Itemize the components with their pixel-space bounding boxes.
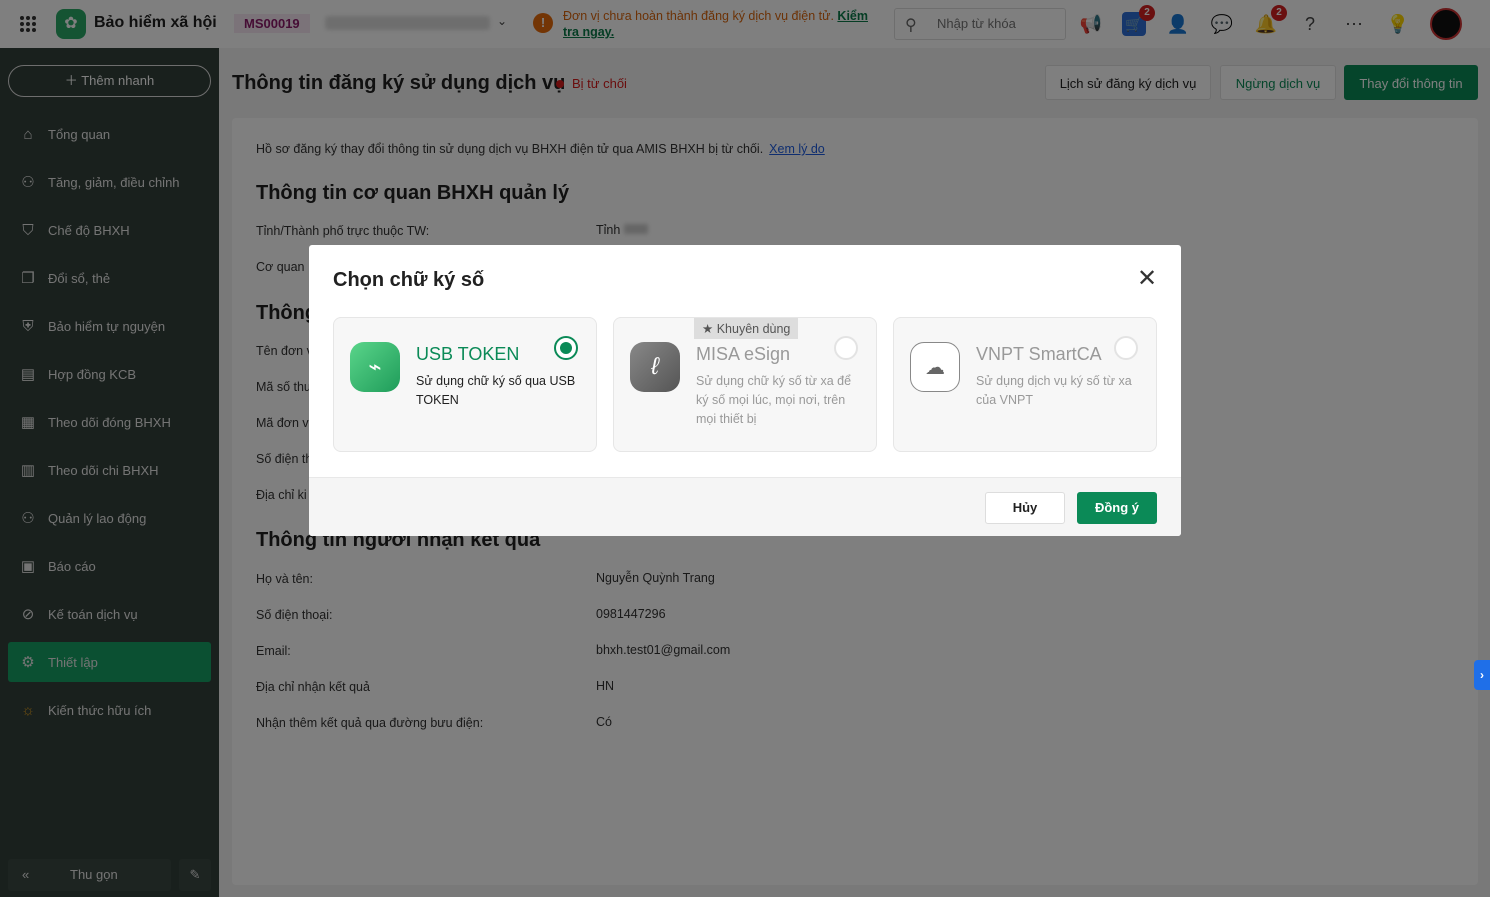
radio-selected[interactable] bbox=[554, 336, 578, 360]
expand-panel-tab[interactable]: › bbox=[1474, 660, 1490, 690]
option-misa-esign[interactable]: ★ Khuyên dùng ℓ MISA eSign Sử dụng chữ k… bbox=[613, 317, 877, 452]
option-name: VNPT SmartCA bbox=[976, 344, 1102, 364]
recommended-badge: ★ Khuyên dùng bbox=[694, 318, 799, 339]
misa-esign-icon: ℓ bbox=[630, 342, 680, 392]
option-name: MISA eSign bbox=[696, 344, 791, 364]
option-name: USB TOKEN bbox=[416, 344, 520, 364]
radio-unselected[interactable] bbox=[1114, 336, 1138, 360]
star-icon: ★ bbox=[702, 322, 714, 336]
radio-unselected[interactable] bbox=[834, 336, 858, 360]
option-description: Sử dụng chữ ký số từ xa để ký số mọi lúc… bbox=[696, 374, 852, 426]
vnpt-smartca-icon: ☁ bbox=[910, 342, 960, 392]
signature-modal: Chọn chữ ký số ✕ ⌁ USB TOKEN Sử dụng chữ… bbox=[309, 245, 1181, 536]
close-icon[interactable]: ✕ bbox=[1137, 267, 1157, 291]
option-usb-token[interactable]: ⌁ USB TOKEN Sử dụng chữ ký số qua USB TO… bbox=[333, 317, 597, 452]
recommended-label: Khuyên dùng bbox=[716, 322, 791, 336]
option-description: Sử dụng chữ ký số qua USB TOKEN bbox=[416, 374, 576, 407]
modal-footer: Hủy Đồng ý bbox=[309, 477, 1181, 536]
option-vnpt-smartca[interactable]: ☁ VNPT SmartCA Sử dụng dịch vụ ký số từ … bbox=[893, 317, 1157, 452]
modal-title: Chọn chữ ký số bbox=[333, 269, 485, 291]
option-description: Sử dụng dịch vụ ký số từ xa của VNPT bbox=[976, 374, 1132, 407]
confirm-button[interactable]: Đồng ý bbox=[1077, 492, 1157, 524]
cancel-button[interactable]: Hủy bbox=[985, 492, 1065, 524]
usb-token-icon: ⌁ bbox=[350, 342, 400, 392]
